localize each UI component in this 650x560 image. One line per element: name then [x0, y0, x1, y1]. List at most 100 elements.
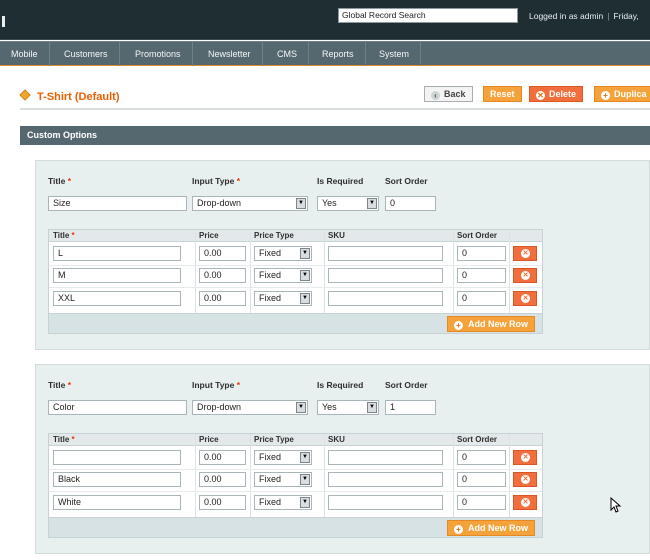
sort-order-label: Sort Order [385, 176, 428, 186]
nav-item-reports[interactable]: Reports [311, 42, 366, 66]
input-type-value: Drop-down [197, 402, 242, 412]
nav-item-system[interactable]: System [368, 42, 422, 66]
nav-item-customers[interactable]: Customers [53, 42, 120, 66]
value-sort-order-input[interactable]: 0 [457, 291, 506, 306]
col-sku-header: SKU [328, 435, 345, 444]
value-sort-order-input[interactable]: 0 [457, 472, 506, 487]
col-price-type-header: Price Type [254, 231, 294, 240]
add-row-label: Add New Row [468, 319, 528, 329]
value-price-input[interactable]: 0.00 [199, 291, 246, 306]
value-title-input[interactable]: White [53, 495, 181, 510]
value-price-type-select[interactable]: Fixed ▼ [254, 291, 312, 306]
value-title-input[interactable]: Black [53, 472, 181, 487]
nav-item-cms[interactable]: CMS [266, 42, 309, 66]
option-title-input[interactable]: Color [48, 400, 187, 415]
value-sku-input[interactable] [328, 268, 443, 283]
option-sort-order-input[interactable]: 0 [385, 196, 436, 211]
col-price-header: Price [199, 435, 219, 444]
value-title-input[interactable]: L [53, 246, 181, 261]
grid-divider [195, 434, 196, 517]
option-box-size: Title * Input Type * Is Required Sort Or… [35, 160, 650, 350]
back-button[interactable]: ‹ Back [424, 86, 473, 102]
price-type-value: Fixed [259, 293, 282, 303]
is-required-value: Yes [322, 198, 337, 208]
nav-item-mobile[interactable]: Mobile [0, 42, 50, 66]
nav-item-newsletter[interactable]: Newsletter [197, 42, 263, 66]
delete-row-button[interactable]: ✕ [513, 450, 537, 465]
reset-button[interactable]: Reset [483, 86, 522, 102]
row-divider [49, 469, 542, 470]
value-price-type-select[interactable]: Fixed ▼ [254, 268, 312, 283]
is-required-select[interactable]: Yes ▼ [317, 400, 379, 415]
col-title-text: Title [53, 231, 70, 240]
input-type-select[interactable]: Drop-down ▼ [192, 196, 308, 211]
input-type-label-text: Input Type [192, 380, 235, 390]
back-label: Back [444, 89, 466, 99]
product-icon [19, 89, 31, 101]
value-sort-order-input[interactable]: 0 [457, 246, 506, 261]
value-price-input[interactable]: 0.00 [199, 450, 246, 465]
dropdown-arrow-icon: ▼ [300, 474, 310, 485]
value-sort-order-input[interactable]: 0 [457, 268, 506, 283]
input-type-label: Input Type * [192, 380, 240, 390]
value-price-type-select[interactable]: Fixed ▼ [254, 450, 312, 465]
grid-divider [195, 230, 196, 313]
delete-icon: ✕ [536, 91, 545, 100]
delete-row-button[interactable]: ✕ [513, 268, 537, 283]
value-title-input[interactable] [53, 450, 181, 465]
value-sort-order-input[interactable]: 0 [457, 450, 506, 465]
value-title-input[interactable]: M [53, 268, 181, 283]
value-title-input[interactable]: XXL [53, 291, 181, 306]
option-title-input[interactable]: Size [48, 196, 187, 211]
value-sku-input[interactable] [328, 246, 443, 261]
duplicate-button[interactable]: + Duplica [594, 86, 650, 102]
input-type-label: Input Type * [192, 176, 240, 186]
is-required-select[interactable]: Yes ▼ [317, 196, 379, 211]
grid-divider [324, 230, 325, 313]
global-search-input[interactable]: Global Record Search [338, 8, 518, 23]
delete-row-button[interactable]: ✕ [513, 472, 537, 487]
option-title-label: Title * [48, 176, 71, 186]
required-star: * [236, 380, 241, 390]
add-icon: + [454, 321, 463, 330]
login-separator: | [607, 11, 610, 21]
delete-icon: ✕ [521, 453, 530, 462]
grid-footer: + Add New Row [49, 313, 542, 333]
option-title-label-text: Title [48, 176, 66, 186]
delete-row-button[interactable]: ✕ [513, 495, 537, 510]
price-type-value: Fixed [259, 474, 282, 484]
is-required-label: Is Required [317, 380, 364, 390]
col-sort-order-header: Sort Order [457, 435, 498, 444]
date-text: Friday, [613, 11, 639, 21]
value-sort-order-input[interactable]: 0 [457, 495, 506, 510]
price-type-value: Fixed [259, 452, 282, 462]
value-price-type-select[interactable]: Fixed ▼ [254, 246, 312, 261]
required-star: * [67, 176, 72, 186]
col-title-header: Title * [53, 435, 75, 444]
value-price-input[interactable]: 0.00 [199, 268, 246, 283]
value-price-type-select[interactable]: Fixed ▼ [254, 472, 312, 487]
col-price-type-header: Price Type [254, 435, 294, 444]
value-sku-input[interactable] [328, 291, 443, 306]
value-sku-input[interactable] [328, 450, 443, 465]
delete-row-button[interactable]: ✕ [513, 246, 537, 261]
dropdown-arrow-icon: ▼ [300, 270, 310, 281]
add-new-row-button[interactable]: + Add New Row [447, 316, 535, 332]
option-sort-order-input[interactable]: 1 [385, 400, 436, 415]
mouse-cursor-icon [610, 497, 622, 513]
value-sku-input[interactable] [328, 495, 443, 510]
value-price-input[interactable]: 0.00 [199, 246, 246, 261]
col-title-text: Title [53, 435, 70, 444]
value-price-input[interactable]: 0.00 [199, 495, 246, 510]
value-sku-input[interactable] [328, 472, 443, 487]
nav-item-promotions[interactable]: Promotions [124, 42, 193, 66]
option-values-grid: Title * Price Price Type SKU Sort Order … [48, 229, 543, 334]
delete-row-button[interactable]: ✕ [513, 291, 537, 306]
delete-button[interactable]: ✕ Delete [529, 86, 584, 102]
value-price-input[interactable]: 0.00 [199, 472, 246, 487]
add-new-row-button[interactable]: + Add New Row [447, 520, 535, 536]
value-price-type-select[interactable]: Fixed ▼ [254, 495, 312, 510]
login-text: Logged in as admin [529, 11, 604, 21]
grid-divider [453, 434, 454, 517]
input-type-select[interactable]: Drop-down ▼ [192, 400, 308, 415]
